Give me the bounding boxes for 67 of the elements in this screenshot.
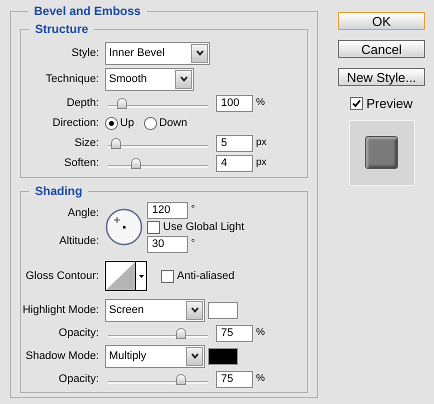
radio-button[interactable] <box>105 116 118 130</box>
dropdown[interactable]: Screen <box>105 298 205 322</box>
dialog-button[interactable]: New Style... <box>338 68 425 86</box>
slider-thumb[interactable] <box>117 98 127 108</box>
angle-dial[interactable] <box>105 208 143 246</box>
checkbox-label: Use Global Light <box>163 220 244 235</box>
contour-picker[interactable] <box>105 261 147 291</box>
checkbox[interactable] <box>147 220 160 234</box>
field-label: Shadow Mode: <box>24 348 99 364</box>
dropdown[interactable]: Inner Bevel <box>105 42 210 64</box>
checkbox-label: Preview <box>366 95 413 113</box>
slider-thumb[interactable] <box>176 328 186 338</box>
dropdown[interactable]: Multiply <box>105 344 205 368</box>
field-label: Opacity: <box>58 372 99 387</box>
radio-label: Down <box>159 116 188 131</box>
dialog-button[interactable]: OK <box>338 12 425 30</box>
number-field[interactable]: 75 <box>216 370 253 388</box>
unit-label: % <box>256 96 265 110</box>
field-label: Altitude: <box>58 234 99 248</box>
caret-icon <box>138 274 144 278</box>
checkbox[interactable] <box>350 97 364 110</box>
number-field[interactable]: 75 <box>216 324 253 342</box>
unit-label: % <box>256 326 265 340</box>
panel-title: Bevel and Emboss <box>33 3 142 20</box>
unit-label: % <box>256 372 265 386</box>
chevron-icon <box>191 44 208 62</box>
number-field[interactable]: 120 <box>147 202 188 219</box>
unit-label: px <box>256 136 267 150</box>
field-label: Depth: <box>66 96 99 111</box>
field-label: Size: <box>74 136 99 151</box>
radio-label: Up <box>120 116 134 131</box>
slider-thumb[interactable] <box>110 138 121 148</box>
bevel-square-drawing <box>365 136 398 169</box>
unit-label: px <box>256 156 267 170</box>
field-label: Highlight Mode: <box>22 302 99 318</box>
chevron-icon <box>186 300 203 320</box>
dropdown[interactable]: Smooth <box>105 68 194 90</box>
number-field[interactable]: 30 <box>147 236 188 252</box>
field-label: Technique: <box>44 72 99 87</box>
unit-label: ° <box>191 236 195 250</box>
slider-thumb[interactable] <box>130 158 140 168</box>
number-field[interactable]: 4 <box>216 154 253 172</box>
field-label: Opacity: <box>58 326 99 341</box>
group-title: Structure <box>34 21 90 38</box>
slider-track[interactable] <box>108 136 208 150</box>
checkbox-label: Anti-aliased <box>177 268 234 284</box>
slider-track[interactable] <box>108 372 208 386</box>
checkbox[interactable] <box>161 270 174 282</box>
slider-track[interactable] <box>108 156 208 170</box>
field-label: Soften: <box>63 156 99 171</box>
slider-thumb[interactable] <box>176 374 186 384</box>
number-field[interactable]: 5 <box>216 134 253 152</box>
chevron-icon <box>175 70 192 88</box>
dialog-button[interactable]: Cancel <box>338 40 425 58</box>
slider-track[interactable] <box>108 96 208 110</box>
color-swatch[interactable] <box>208 302 238 318</box>
color-swatch[interactable] <box>208 348 238 364</box>
slider-track[interactable] <box>108 326 208 340</box>
chevron-icon <box>186 346 203 366</box>
number-field[interactable]: 100 <box>216 94 253 112</box>
field-label: Style: <box>70 46 99 61</box>
field-label: Angle: <box>66 206 99 221</box>
group-title: Shading <box>34 183 84 200</box>
field-label: Direction: <box>52 116 99 131</box>
field-label: Gloss Contour: <box>24 268 99 284</box>
radio-button[interactable] <box>144 116 158 130</box>
unit-label: ° <box>191 203 195 217</box>
